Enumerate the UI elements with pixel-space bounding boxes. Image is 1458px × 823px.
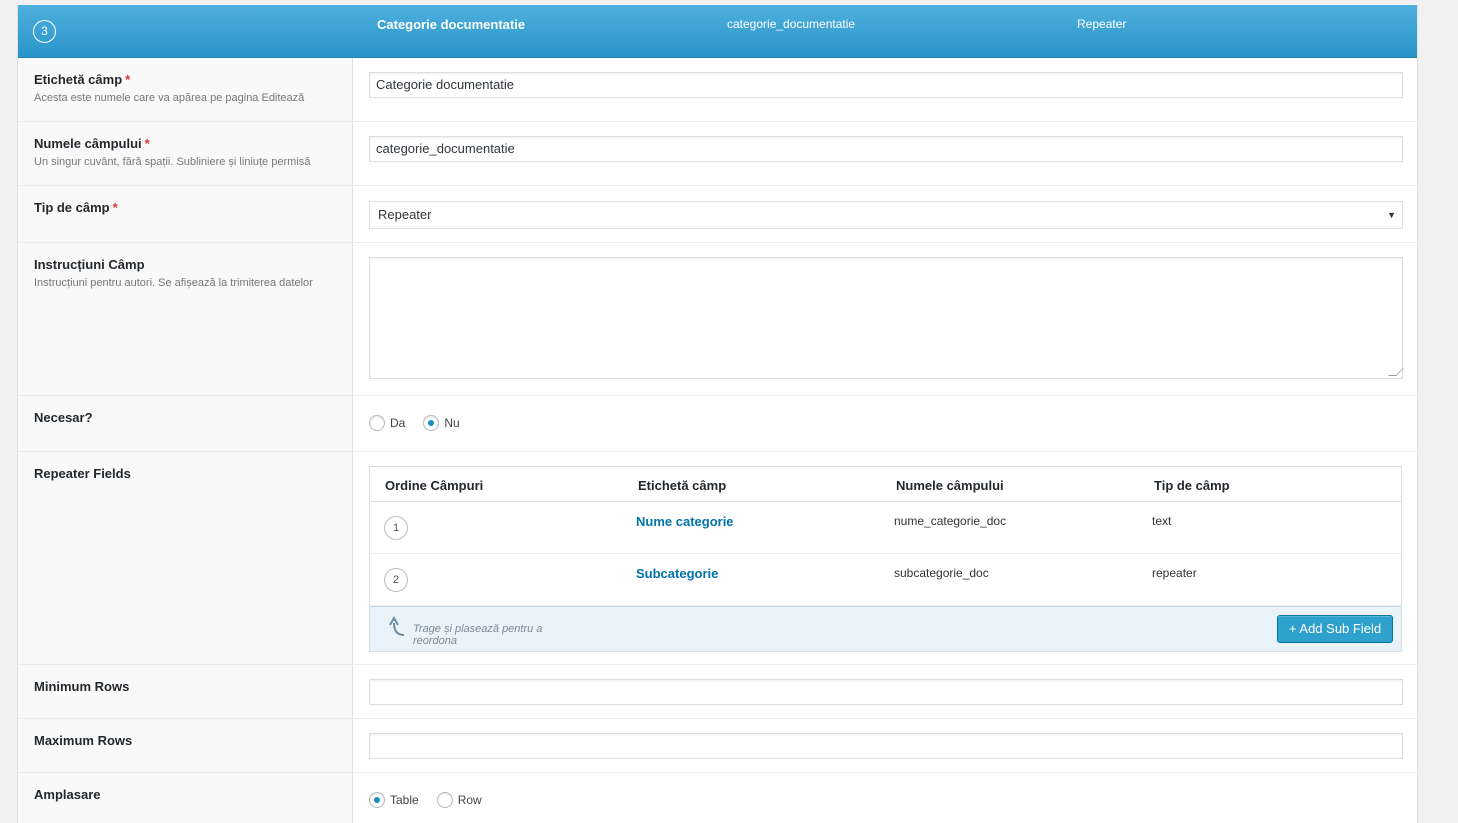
field-instructions-title: Instrucțiuni Câmp (34, 257, 145, 272)
row-label-cell: Minimum Rows (18, 665, 353, 718)
field-required-title: Necesar? (34, 410, 93, 425)
row-label-cell: Tip de câmp * (18, 186, 353, 242)
subfield-order-handle[interactable]: 2 (384, 568, 408, 592)
column-header-order: Ordine Câmpuri (385, 478, 484, 493)
field-type-selected-value: Repeater (378, 207, 432, 222)
radio-table[interactable] (369, 792, 385, 808)
required-asterisk: * (125, 72, 131, 87)
field-header-bar[interactable]: 3 Categorie documentatie categorie_docum… (18, 5, 1417, 58)
field-type-title: Tip de câmp * (34, 200, 118, 215)
layout-title: Amplasare (34, 787, 101, 802)
required-asterisk: * (144, 136, 150, 151)
field-header-name: categorie_documentatie (727, 17, 856, 31)
column-header-label: Etichetă câmp (638, 478, 727, 493)
row-label-cell: Necesar? (18, 396, 353, 451)
field-header-label[interactable]: Categorie documentatie (377, 17, 525, 32)
row-label-cell: Etichetă câmp * Acesta este numele care v… (18, 58, 353, 121)
required-option-da[interactable]: Da (369, 415, 405, 431)
radio-row[interactable] (436, 792, 453, 808)
column-header-name: Numele câmpului (896, 478, 1004, 493)
subfield-label-link[interactable]: Subcategorie (636, 566, 718, 581)
row-label-cell: Numele câmpului * Un singur cuvânt, fără … (18, 122, 353, 185)
field-type-select[interactable]: Repeater ▼ (369, 201, 1403, 229)
subfield-order-handle[interactable]: 1 (384, 516, 408, 540)
field-label-input[interactable]: Categorie documentatie (369, 72, 1403, 98)
row-field-instructions: Instrucțiuni Câmp Instrucțiuni pentru au… (18, 243, 1417, 396)
subfield-type: repeater (1152, 566, 1197, 580)
row-field-name: Numele câmpului * Un singur cuvânt, fără … (18, 122, 1417, 186)
field-label-description: Acesta este numele care va apărea pe pag… (34, 92, 305, 104)
subfield-type: text (1152, 514, 1172, 528)
subfields-table-header: Ordine Câmpuri Etichetă câmp Numele câmp… (370, 467, 1401, 502)
subfields-table-footer: Trage și plasează pentru a reordona + Ad… (370, 606, 1401, 651)
reorder-hint: Trage și plasează pentru a reordona (413, 623, 543, 647)
radio-da[interactable] (369, 415, 385, 431)
row-minimum-rows: Minimum Rows (18, 665, 1417, 719)
required-asterisk: * (112, 200, 118, 215)
row-field-type: Tip de câmp * Repeater ▼ (18, 186, 1417, 243)
row-label-cell: Instrucțiuni Câmp Instrucțiuni pentru au… (18, 243, 353, 395)
row-label-cell: Repeater Fields (18, 452, 353, 664)
subfield-name: subcategorie_doc (894, 566, 989, 580)
maximum-rows-title: Maximum Rows (34, 733, 133, 748)
maximum-rows-input[interactable] (369, 733, 1403, 759)
field-label-title: Etichetă câmp * (34, 72, 131, 87)
repeater-subfields-table: Ordine Câmpuri Etichetă câmp Numele câmp… (369, 466, 1402, 652)
field-settings-panel: 3 Categorie documentatie categorie_docum… (17, 5, 1418, 823)
layout-option-table[interactable]: Table (369, 792, 419, 808)
row-repeater-fields: Repeater Fields Ordine Câmpuri Etichetă … (18, 452, 1417, 665)
resize-handle-icon[interactable] (1388, 368, 1404, 376)
minimum-rows-title: Minimum Rows (34, 679, 130, 694)
radio-nu[interactable] (423, 415, 440, 431)
row-field-required: Necesar? Da Nu (18, 396, 1417, 452)
repeater-fields-title: Repeater Fields (34, 466, 131, 481)
dropdown-arrow-icon: ▼ (1387, 210, 1396, 220)
row-label-cell: Maximum Rows (18, 719, 353, 772)
row-label-cell: Amplasare (18, 773, 353, 823)
curved-arrow-up-icon (389, 615, 405, 636)
field-instructions-description: Instrucțiuni pentru autori. Se afișează … (34, 277, 313, 289)
field-order-number: 3 (33, 20, 56, 43)
layout-option-row[interactable]: Row (436, 792, 482, 808)
required-radio-group: Da Nu (369, 415, 1403, 431)
row-layout: Amplasare Table Row (18, 773, 1417, 823)
layout-radio-group: Table Row (369, 792, 1403, 808)
required-option-nu[interactable]: Nu (423, 415, 460, 431)
field-name-description: Un singur cuvânt, fără spații. Sublinier… (34, 156, 311, 168)
subfield-row[interactable]: 1 Nume categorie nume_categorie_doc text (370, 502, 1401, 554)
row-maximum-rows: Maximum Rows (18, 719, 1417, 773)
field-header-type: Repeater (1077, 17, 1127, 31)
subfield-row[interactable]: 2 Subcategorie subcategorie_doc repeater (370, 554, 1401, 606)
subfield-name: nume_categorie_doc (894, 514, 1007, 528)
row-field-label: Etichetă câmp * Acesta este numele care v… (18, 58, 1417, 122)
field-instructions-textarea[interactable] (369, 257, 1404, 379)
subfield-label-link[interactable]: Nume categorie (636, 514, 734, 529)
add-sub-field-button[interactable]: + Add Sub Field (1277, 615, 1393, 643)
field-name-title: Numele câmpului * (34, 136, 150, 151)
column-header-type: Tip de câmp (1154, 478, 1230, 493)
minimum-rows-input[interactable] (369, 679, 1403, 705)
field-name-input[interactable]: categorie_documentatie (369, 136, 1403, 162)
